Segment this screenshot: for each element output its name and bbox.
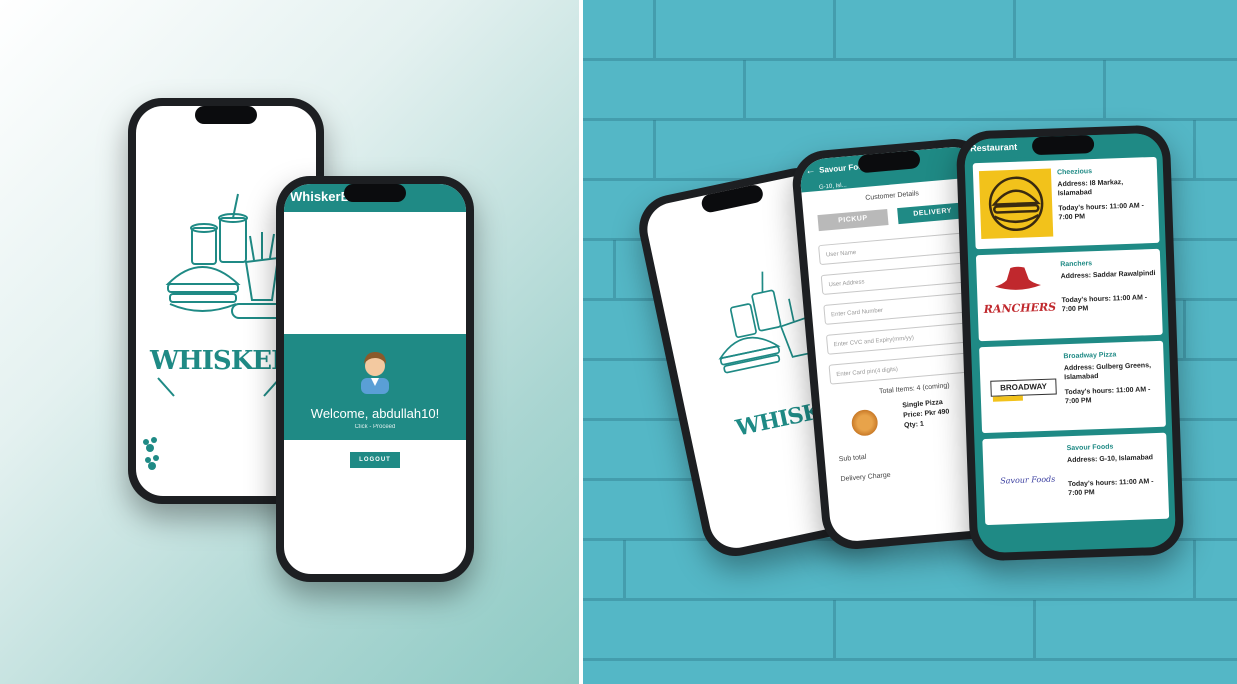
logout-button[interactable]: LOGOUT xyxy=(350,452,400,468)
item-qty: Qty: 1 xyxy=(903,420,925,430)
total-items-label: Total Items: 4 (coming) xyxy=(878,382,950,396)
savour-logo-text: Savour Foods xyxy=(1000,474,1056,486)
card-pin-field[interactable]: Enter Card pin(4 digits) xyxy=(828,351,980,385)
food-sketch-icon xyxy=(165,193,287,319)
card-number-field[interactable]: Enter Card Number xyxy=(823,291,975,325)
restaurant-address: Address: Gulberg Greens, Islamabad xyxy=(1063,362,1152,382)
broadway-logo-stripe xyxy=(992,395,1023,402)
welcome-banner: Welcome, abdullah10! Click - Proceed xyxy=(284,334,466,440)
restaurant-name: Ranchers xyxy=(1060,260,1093,269)
left-mockup-panel: WHISKERBIT WhiskerBite xyxy=(0,0,579,684)
cheezious-logo xyxy=(978,168,1054,240)
paw-prints-icon xyxy=(143,437,159,470)
notch xyxy=(1031,135,1095,156)
item-price: Price: Pkr 490 xyxy=(902,408,950,420)
checkout-subtitle: G-10, Isl... xyxy=(818,182,847,191)
savour-logo: Savour Foods xyxy=(989,444,1063,514)
restaurant-hours: Today's hours: 11:00 AM - 7:00 PM xyxy=(1067,478,1154,498)
restaurant-address: Address: G-10, Islamabad xyxy=(1066,454,1154,465)
banner-icon xyxy=(157,377,281,397)
pickup-button[interactable]: PICKUP xyxy=(817,209,889,232)
welcome-subtext: Click - Proceed xyxy=(354,424,396,430)
restaurant-name: Broadway Pizza xyxy=(1063,351,1117,361)
pizza-thumbnail xyxy=(850,408,879,437)
subtotal-label: Sub total xyxy=(838,453,867,464)
ranchers-logo-text: RANCHERS xyxy=(983,300,1057,316)
restaurant-address: Address: Saddar Rawalpindi xyxy=(1060,269,1156,281)
user-address-field[interactable]: User Address xyxy=(820,262,972,296)
right-mockup-panel: WHISKERBIT ← Savour Foods G-10, Isl... C… xyxy=(583,0,1237,684)
restaurant-card-cheezious[interactable]: Cheezious Address: I8 Markaz, Islamabad … xyxy=(972,156,1160,250)
restaurant-name: Savour Foods xyxy=(1066,443,1114,453)
welcome-phone: WhiskerBite Welcome, abdullah10! Click -… xyxy=(276,176,474,582)
restaurant-screen: Restaurant Cheezious Address: I8 Markaz,… xyxy=(963,132,1177,554)
broadway-logo: BROADWAY xyxy=(985,352,1059,422)
item-name: Single Pizza xyxy=(902,398,944,410)
ranchers-logo: RANCHERS xyxy=(982,261,1056,331)
notch xyxy=(195,106,257,124)
back-arrow-icon[interactable]: ← xyxy=(805,165,816,177)
restaurant-card-ranchers[interactable]: RANCHERS Ranchers Address: Saddar Rawalp… xyxy=(975,248,1163,342)
notch xyxy=(344,184,406,202)
welcome-screen: WhiskerBite Welcome, abdullah10! Click -… xyxy=(284,184,466,574)
restaurant-hours: Today's hours: 11:00 AM - 7:00 PM xyxy=(1061,294,1148,314)
user-avatar-icon xyxy=(361,352,389,394)
cvc-expiry-field[interactable]: Enter CVC and Expiry(mm/yy) xyxy=(825,321,978,355)
user-name-field[interactable]: User Name xyxy=(818,232,970,266)
restaurant-address: Address: I8 Markaz, Islamabad xyxy=(1057,179,1124,198)
welcome-text: Welcome, abdullah10! xyxy=(310,406,440,421)
cowboy-hat-icon xyxy=(994,266,1041,290)
restaurant-hours: Today's hours: 11:00 AM - 7:00 PM xyxy=(1064,386,1151,406)
burger-logo-icon xyxy=(988,176,1044,232)
delivery-charge-label: Delivery Charge xyxy=(840,471,891,484)
restaurant-card-broadway[interactable]: BROADWAY Broadway Pizza Address: Gulberg… xyxy=(979,340,1166,434)
restaurant-phone: Restaurant Cheezious Address: I8 Markaz,… xyxy=(955,124,1185,562)
broadway-logo-text: BROADWAY xyxy=(990,378,1057,397)
restaurant-name: Cheezious xyxy=(1056,168,1093,177)
restaurant-card-savour[interactable]: Savour Foods Savour Foods Address: G-10,… xyxy=(982,432,1170,526)
restaurant-hours: Today's hours: 11:00 AM - 7:00 PM xyxy=(1058,202,1145,222)
